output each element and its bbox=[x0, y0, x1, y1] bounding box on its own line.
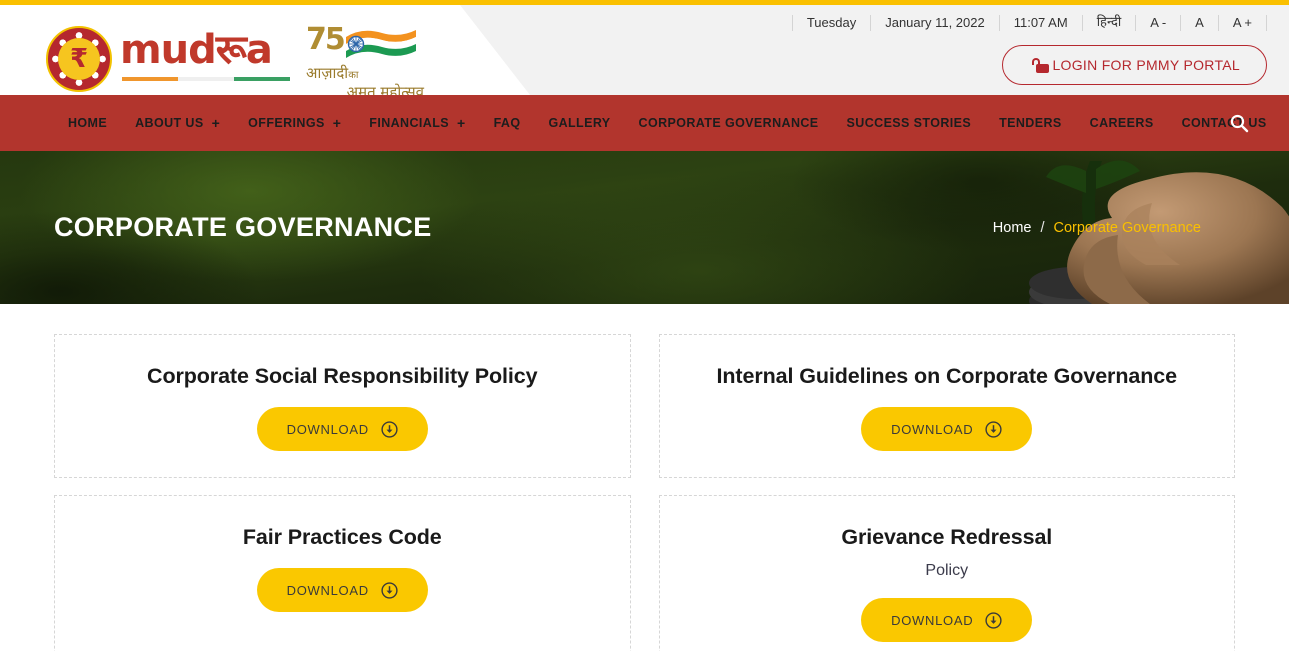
azadi-word-azadi: आज़ादी bbox=[306, 64, 349, 82]
download-button-policy[interactable]: DOWNLOAD bbox=[861, 598, 1033, 642]
nav-dropdown-plus-icon[interactable]: + bbox=[333, 116, 342, 130]
breadcrumb-current: Corporate Governance bbox=[1053, 219, 1202, 236]
card-title: Corporate Social Responsibility Policy bbox=[147, 364, 538, 388]
download-button-label: DOWNLOAD bbox=[891, 421, 974, 437]
download-button[interactable]: DOWNLOAD bbox=[256, 407, 428, 451]
header-utility-area: Tuesday January 11, 2022 11:07 AM हिन्दी… bbox=[791, 5, 1267, 85]
card-title: Internal Guidelines on Corporate Governa… bbox=[716, 364, 1178, 388]
card-subtitle-policy: Policy bbox=[925, 562, 969, 579]
breadcrumb-home-link[interactable]: Home bbox=[993, 220, 1032, 236]
document-card-grid: Corporate Social Responsibility Policy D… bbox=[0, 304, 1289, 651]
nav-dropdown-plus-icon[interactable]: + bbox=[212, 116, 221, 130]
download-button[interactable]: DOWNLOAD bbox=[861, 407, 1033, 451]
card-title: Grievance Redressal bbox=[841, 525, 1053, 549]
page-hero-banner: CORPORATE GOVERNANCE Home / Corporate Go… bbox=[0, 151, 1289, 304]
nav-dropdown-plus-icon[interactable]: + bbox=[457, 116, 466, 130]
nav-item-label: HOME bbox=[68, 116, 108, 130]
nav-item-gallery[interactable]: GALLERY bbox=[548, 116, 610, 130]
nav-item-label: CAREERS bbox=[1089, 116, 1154, 130]
info-bar: Tuesday January 11, 2022 11:07 AM हिन्दी… bbox=[791, 5, 1267, 40]
breadcrumb-separator: / bbox=[1040, 219, 1045, 236]
nav-item-label: GALLERY bbox=[548, 116, 611, 130]
current-day: Tuesday bbox=[791, 14, 870, 31]
login-button-label: LOGIN FOR PMMY PORTAL bbox=[1052, 57, 1240, 73]
page-title: CORPORATE GOVERNANCE bbox=[54, 212, 432, 242]
main-navigation: HOME ABOUT US + OFFERINGS + FINANCIALS + FAQ GAL… bbox=[0, 95, 1289, 151]
font-size-increase[interactable]: A + bbox=[1217, 14, 1267, 31]
card-corporate-social-responsibility-policy: Corporate Social Responsibility Policy D… bbox=[54, 334, 631, 478]
nav-item-careers[interactable]: CAREERS bbox=[1090, 116, 1154, 130]
nav-item-label: FINANCIALS bbox=[369, 116, 449, 130]
azadi-text-line2: अमृत महोत्सव bbox=[346, 83, 424, 96]
card-grievance-redressal: Grievance Redressal Policy DOWNLOAD Grie… bbox=[658, 495, 1235, 651]
card-fair-practices-code: Fair Practices Code DOWNLOAD bbox=[54, 495, 631, 651]
rupee-emblem-icon: ₹ bbox=[46, 26, 112, 92]
nav-item-label: OFFERINGS bbox=[248, 116, 325, 130]
nav-item-tenders[interactable]: TENDERS bbox=[999, 116, 1062, 130]
search-icon[interactable] bbox=[1229, 113, 1249, 133]
mudra-wordmark-text: mudरूa bbox=[120, 27, 273, 73]
azadi-text-line1: आज़ादीका bbox=[306, 65, 424, 84]
font-size-normal[interactable]: A bbox=[1180, 14, 1218, 31]
nav-item-faq[interactable]: FAQ bbox=[494, 116, 521, 130]
nav-item-label: CORPORATE GOVERNANCE bbox=[638, 116, 819, 130]
tricolor-underline bbox=[122, 77, 290, 81]
nav-item-label: SUCCESS STORIES bbox=[846, 116, 972, 130]
nav-item-success-stories[interactable]: SUCCESS STORIES bbox=[847, 116, 972, 130]
login-pmmy-portal-button[interactable]: LOGIN FOR PMMY PORTAL bbox=[1002, 45, 1267, 85]
language-toggle-hindi[interactable]: हिन्दी bbox=[1081, 14, 1136, 31]
azadi-ka-amrit-mahotsav-logo: 75 आज़ादीका अमृत महोत्सव bbox=[306, 22, 424, 96]
lock-icon bbox=[1029, 57, 1049, 73]
nav-item-home[interactable]: HOME bbox=[68, 116, 107, 130]
card-internal-guidelines-on-corporate-governance: Internal Guidelines on Corporate Governa… bbox=[658, 334, 1235, 478]
site-header: ₹ mudरूa 75 आज़ादीका अमृत महोत्सव Tuesda… bbox=[0, 5, 1289, 95]
nav-item-offerings[interactable]: OFFERINGS + bbox=[248, 116, 341, 130]
azadi-75-text: 75 bbox=[306, 22, 346, 57]
download-button[interactable]: DOWNLOAD bbox=[256, 568, 428, 612]
mudra-wordmark: mudरूa bbox=[120, 27, 290, 81]
current-time: 11:07 AM bbox=[998, 14, 1082, 31]
nav-item-contact-us[interactable]: CONTACT US bbox=[1182, 116, 1267, 130]
current-date: January 11, 2022 bbox=[870, 14, 999, 31]
download-button-label: DOWNLOAD bbox=[891, 612, 974, 628]
breadcrumb: Home / Corporate Governance bbox=[993, 220, 1201, 236]
nav-item-label: FAQ bbox=[493, 116, 521, 130]
download-arrow-icon bbox=[381, 581, 398, 599]
azadi-word-ka: का bbox=[348, 70, 359, 81]
download-arrow-icon bbox=[985, 420, 1002, 438]
nav-item-label: ABOUT US bbox=[135, 116, 204, 130]
tricolor-flag-icon bbox=[342, 25, 418, 61]
download-arrow-icon bbox=[381, 420, 398, 438]
nav-item-label: CONTACT US bbox=[1181, 116, 1267, 130]
download-button-label: DOWNLOAD bbox=[286, 582, 369, 598]
download-arrow-icon bbox=[985, 611, 1002, 629]
nav-item-financials[interactable]: FINANCIALS + bbox=[369, 116, 465, 130]
card-title: Fair Practices Code bbox=[242, 525, 442, 549]
brand-logo-group[interactable]: ₹ mudरूa 75 आज़ादीका अमृत महोत्सव bbox=[46, 23, 424, 95]
nav-item-about-us[interactable]: ABOUT US + bbox=[135, 116, 220, 130]
download-button-label: DOWNLOAD bbox=[286, 421, 369, 437]
nav-item-corporate-governance[interactable]: CORPORATE GOVERNANCE bbox=[639, 116, 819, 130]
font-size-decrease[interactable]: A - bbox=[1135, 14, 1180, 31]
nav-item-label: TENDERS bbox=[999, 116, 1062, 130]
